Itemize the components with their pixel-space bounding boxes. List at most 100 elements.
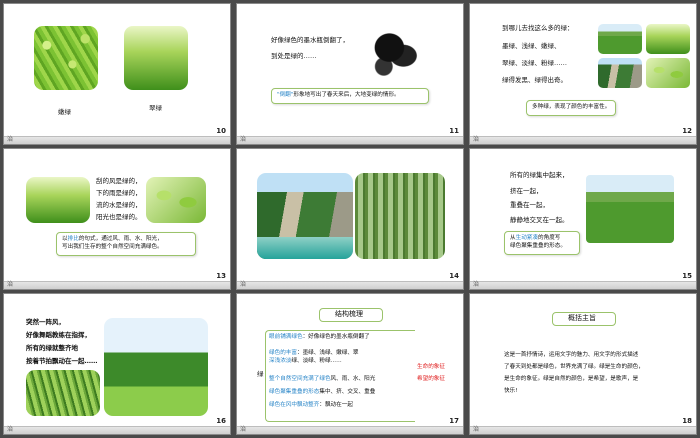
caption-tender-green: 嫩绿 bbox=[58, 108, 71, 116]
slide-title: 结构梳理 bbox=[335, 310, 363, 318]
row: 绿色聚集重叠的形态集中、挤、交叉、重叠 bbox=[269, 389, 375, 397]
text-line: 静静地交叉在一起。 bbox=[510, 216, 569, 224]
text-line: 挤在一起， bbox=[510, 187, 543, 195]
bamboo-path-photo bbox=[355, 173, 445, 259]
slide-footer: 治 bbox=[4, 426, 230, 434]
text-line: 到处是绿的…… bbox=[271, 52, 317, 60]
row-highlight: 绿色的丰富 bbox=[269, 350, 297, 356]
paragraph-line: 了春天到处都是绿色，世界充满了绿。绿是生命的颜色， bbox=[504, 364, 644, 370]
slide-footer: 治 bbox=[4, 281, 230, 289]
callout-text: 形象地写出了春天来后，大地变绿的情形。 bbox=[293, 92, 400, 98]
callout-box: 从生动紧凑的角度写 绿色聚集重叠的形态。 bbox=[504, 231, 580, 255]
text-line: 突然一阵风， bbox=[26, 318, 65, 326]
tender-green-photo bbox=[34, 26, 98, 90]
callout-text: 的角度写 bbox=[538, 235, 561, 241]
text-line: 所有的绿集中起来， bbox=[510, 171, 569, 179]
slide-footer: 治 bbox=[237, 136, 463, 144]
lake-water bbox=[257, 237, 353, 259]
slide-15[interactable]: 所有的绿集中起来， 挤在一起， 重叠在一起， 静静地交叉在一起。 从生动紧凑的角… bbox=[469, 148, 697, 290]
callout-text: 的句式，通过风、雨、水、阳光， bbox=[78, 236, 163, 242]
text-line: 刮的风是绿的， bbox=[96, 177, 142, 185]
logo-icon: 治 bbox=[473, 136, 480, 143]
valley-photo bbox=[598, 58, 642, 88]
text-line: 下的雨是绿的， bbox=[96, 189, 142, 197]
row: 整个自然空间充满了绿色风、雨、水、阳光 bbox=[269, 376, 375, 384]
row-highlight: 绿色聚集重叠的形态 bbox=[269, 389, 320, 395]
row: 眼前铺满绿色：好像绿色的墨水瓶倒翻了 bbox=[269, 334, 370, 342]
cliff-lake-photo bbox=[257, 173, 353, 259]
emerald-green-photo bbox=[124, 26, 188, 90]
sunlit-leaves-photo bbox=[146, 177, 206, 223]
slide-number: 11 bbox=[449, 127, 459, 135]
text-line: 阳光也是绿的。 bbox=[96, 213, 142, 221]
slide-12[interactable]: 到哪儿去找这么多的绿： 墨绿、浅绿、嫩绿、 翠绿、淡绿、粉绿…… 绿得发黑、绿得… bbox=[469, 3, 697, 145]
slide-number: 14 bbox=[449, 272, 459, 280]
row: 绿色的丰富：墨绿、浅绿、嫩绿、翠 bbox=[269, 350, 359, 358]
reeds-photo bbox=[26, 370, 100, 416]
slide-number: 17 bbox=[449, 417, 459, 425]
callout-box: 以排比的句式，通过风、雨、水、阳光， 写出我们生存的整个自然空间充满绿色。 bbox=[56, 232, 196, 256]
slide-footer: 治 bbox=[237, 426, 463, 434]
slide-footer: 治 bbox=[470, 426, 696, 434]
slide-13[interactable]: 刮的风是绿的， 下的雨是绿的， 流的水是绿的， 阳光也是绿的。 以排比的句式，通… bbox=[3, 148, 231, 290]
slide-title: 概括主旨 bbox=[568, 314, 596, 322]
slide-number: 12 bbox=[682, 127, 692, 135]
text-line: 绿得发黑、绿得出奇。 bbox=[502, 76, 567, 84]
slide-footer: 治 bbox=[470, 136, 696, 144]
side-note: 希望的象征 bbox=[417, 376, 445, 382]
slide-number: 15 bbox=[682, 272, 692, 280]
slide-18[interactable]: 概括主旨 这是一首抒情诗，运用文字的魅力、用文字的形式描述 了春天到处都是绿色，… bbox=[469, 293, 697, 435]
slide-14[interactable]: 14 治 bbox=[236, 148, 464, 290]
tea-plantation-photo bbox=[586, 175, 674, 243]
green-landscape-photo bbox=[646, 24, 690, 54]
tree-park-photo bbox=[104, 318, 208, 416]
text-line: 翠绿、淡绿、粉绿…… bbox=[502, 59, 567, 67]
slide-number: 18 bbox=[682, 417, 692, 425]
callout-text: 写出我们生存的整个自然空间充满绿色。 bbox=[62, 243, 163, 250]
row-text: ：飘动在一起 bbox=[319, 402, 353, 408]
slide-10[interactable]: 嫩绿 翠绿 10 治 bbox=[3, 3, 231, 145]
row: 绿色在风中飘动整齐：飘动在一起 bbox=[269, 402, 353, 410]
slide-number: 10 bbox=[216, 127, 226, 135]
caption-emerald-green: 翠绿 bbox=[149, 104, 162, 112]
text-line: 好像绿色的墨水瓶倒翻了， bbox=[271, 36, 349, 44]
side-note: 生命的象征 bbox=[417, 364, 445, 370]
slide-16[interactable]: 突然一阵风， 好像舞蹈教练在指挥， 所有的绿就整齐地 按着节拍飘动在一起…… 1… bbox=[3, 293, 231, 435]
text-line: 好像舞蹈教练在指挥， bbox=[26, 331, 91, 339]
paragraph-line: 这是一首抒情诗，运用文字的魅力、用文字的形式描述 bbox=[504, 352, 639, 358]
text-line: 流的水是绿的， bbox=[96, 201, 142, 209]
row-highlight: 深浅浓淡 bbox=[269, 358, 292, 364]
row: 深浅浓淡绿、淡绿、粉绿…… bbox=[269, 358, 342, 366]
highlight-text: 排比 bbox=[67, 236, 79, 242]
row-highlight: 绿色在风中飘动整齐 bbox=[269, 402, 320, 408]
row-text: 绿、淡绿、粉绿…… bbox=[291, 358, 342, 364]
slide-number: 16 bbox=[216, 417, 226, 425]
slide-footer: 治 bbox=[237, 281, 463, 289]
slide-11[interactable]: 好像绿色的墨水瓶倒翻了， 到处是绿的…… "倒翻"形象地写出了春天来后，大地变绿… bbox=[236, 3, 464, 145]
row-highlight: 眼前铺满绿色 bbox=[269, 334, 303, 340]
text-line: 所有的绿就整齐地 bbox=[26, 344, 78, 352]
row-text: 风、雨、水、阳光 bbox=[330, 376, 376, 382]
slide-footer: 治 bbox=[4, 136, 230, 144]
green-fruit-photo bbox=[646, 58, 690, 88]
text-line: 墨绿、浅绿、嫩绿、 bbox=[502, 42, 561, 50]
logo-icon: 治 bbox=[7, 136, 14, 143]
paragraph-line: 快乐! bbox=[504, 388, 518, 394]
highlight-text: "倒翻" bbox=[277, 92, 294, 98]
paragraph-line: 是生命的象征。绿是自然的颜色，是希望，是歌声，是 bbox=[504, 376, 639, 382]
ink-splash-image bbox=[367, 26, 423, 80]
slide-17[interactable]: 结构梳理 绿 眼前铺满绿色：好像绿色的墨水瓶倒翻了 绿色的丰富：墨绿、浅绿、嫩绿… bbox=[236, 293, 464, 435]
row-text: ：好像绿色的墨水瓶倒翻了 bbox=[302, 334, 370, 340]
text-line: 按着节拍飘动在一起…… bbox=[26, 357, 98, 365]
callout-box: "倒翻"形象地写出了春天来后，大地变绿的情形。 bbox=[271, 88, 429, 104]
logo-icon: 治 bbox=[240, 136, 247, 143]
callout-box: 多种绿，表现了颜色的丰富性。 bbox=[526, 100, 617, 116]
logo-icon: 治 bbox=[7, 426, 14, 433]
logo-icon: 治 bbox=[240, 281, 247, 288]
text-line: 重叠在一起， bbox=[510, 201, 549, 209]
root-label: 绿 bbox=[257, 370, 264, 378]
logo-icon: 治 bbox=[473, 426, 480, 433]
slide-number: 13 bbox=[216, 272, 226, 280]
callout-text: 绿色聚集重叠的形态。 bbox=[510, 242, 566, 249]
logo-icon: 治 bbox=[7, 281, 14, 288]
